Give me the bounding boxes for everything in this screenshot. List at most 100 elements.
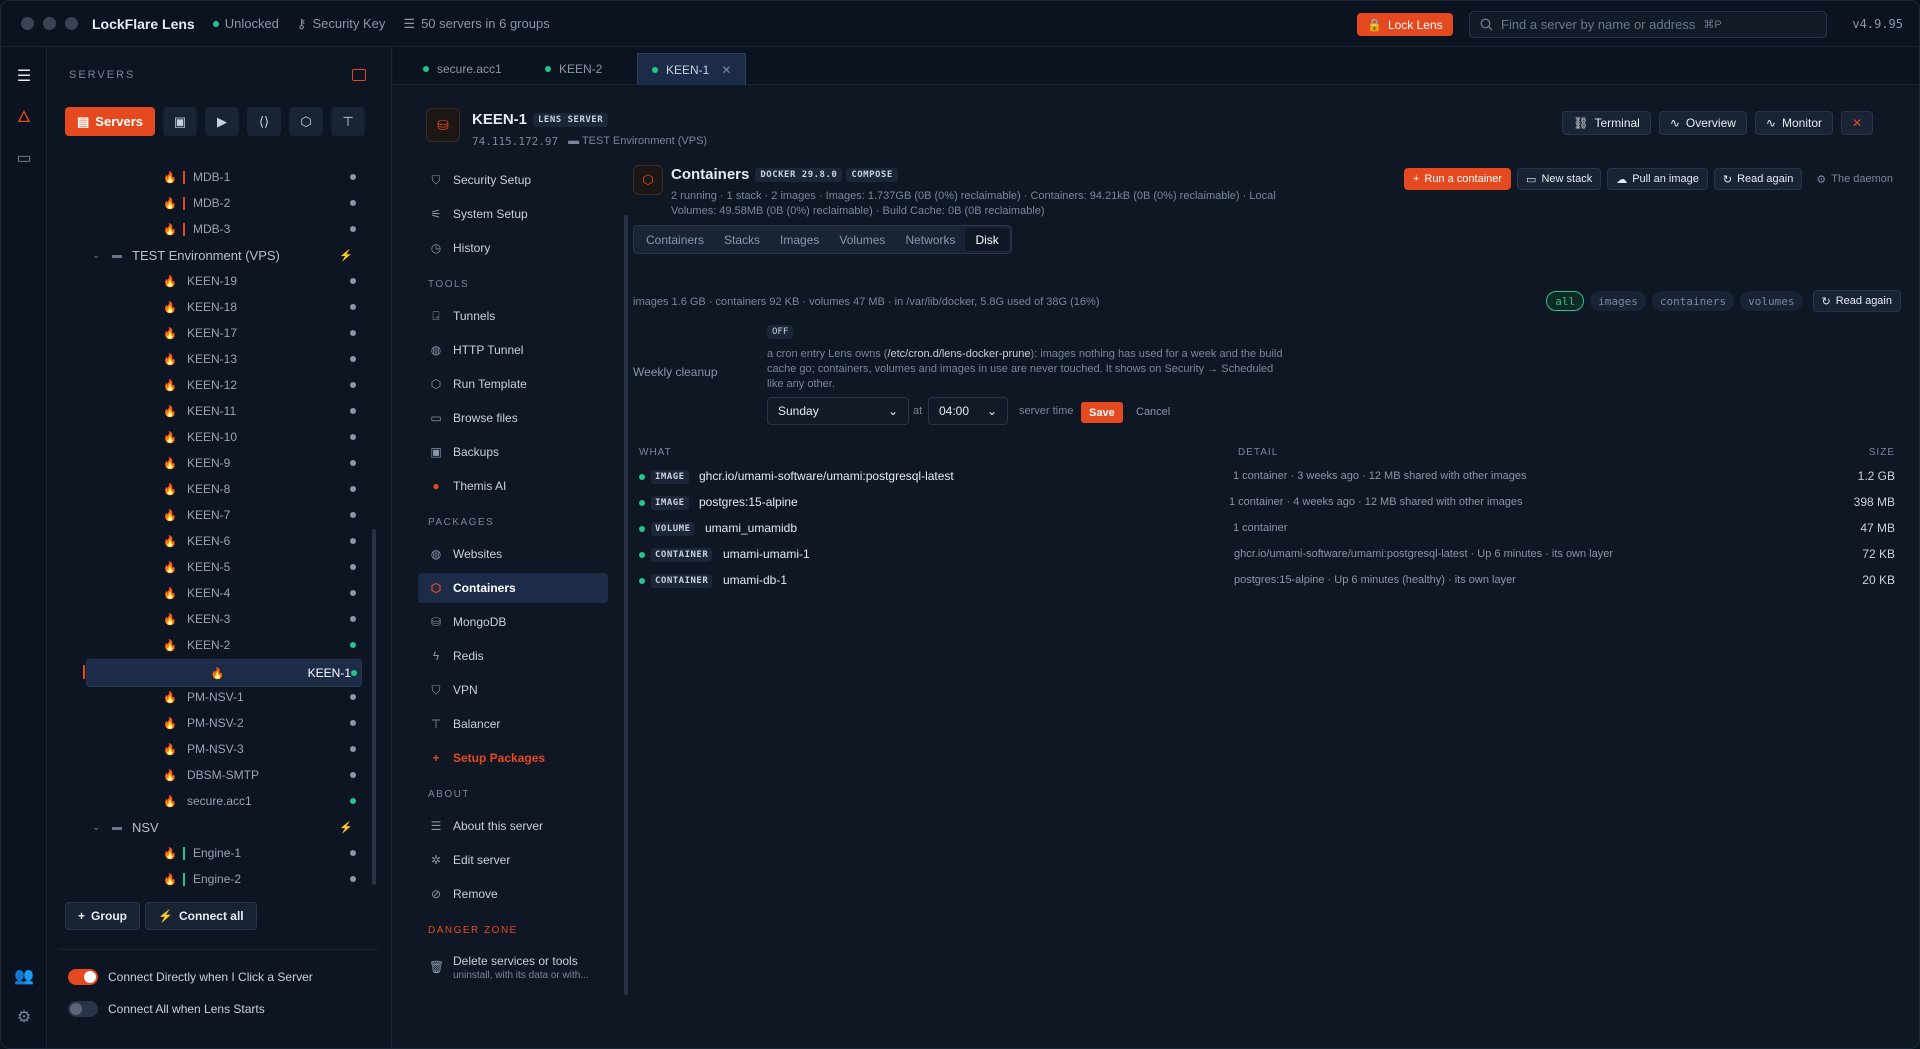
nav-item-balancer[interactable]: ⊤ Balancer — [418, 709, 608, 739]
server-item[interactable]: 🔥 KEEN-8 — [48, 477, 368, 501]
package-icon[interactable]: ⬡ — [289, 107, 324, 136]
server-group[interactable]: ⌄ ▬ NSV ⚡ — [48, 815, 368, 839]
run-container-button[interactable]: + Run a container — [1403, 168, 1512, 190]
folder-rail-icon[interactable]: ▭ — [14, 149, 34, 169]
flame-rail-icon[interactable]: 🜂 — [14, 108, 34, 128]
nav-item-setup-packages[interactable]: + Setup Packages — [418, 743, 608, 773]
play-icon[interactable]: ▶ — [205, 107, 240, 136]
nav-item-run-template[interactable]: ⬡ Run Template — [418, 369, 608, 399]
server-item[interactable]: 🔥 PM-NSV-3 — [48, 737, 368, 761]
filter-volumes[interactable]: volumes — [1740, 291, 1803, 311]
connect-on-start-toggle[interactable] — [68, 1001, 98, 1017]
save-button[interactable]: Save — [1081, 402, 1123, 423]
subtab-disk[interactable]: Disk — [965, 228, 1009, 251]
tab-secure-acc1[interactable]: secure.acc1 — [409, 53, 516, 85]
server-item[interactable]: 🔥 PM-NSV-2 — [48, 711, 368, 735]
server-item[interactable]: 🔥 MDB-3 — [48, 217, 368, 241]
daemon-button[interactable]: ⚙ The daemon — [1808, 168, 1901, 190]
sidebar-tab-servers[interactable]: ▤ Servers — [65, 107, 156, 136]
nav-scrollbar[interactable] — [624, 215, 628, 995]
filter-containers[interactable]: containers — [1651, 291, 1735, 311]
network-icon[interactable]: ⊤ — [331, 107, 366, 136]
server-search-input[interactable]: Find a server by name or address ⌘P — [1469, 11, 1827, 38]
close-tab-icon[interactable]: ✕ — [721, 63, 731, 77]
minimize-window-button[interactable] — [43, 17, 56, 30]
cleanup-time-select[interactable]: 04:00 ⌄ — [928, 397, 1008, 425]
servers-rail-icon[interactable]: ☰ — [14, 67, 34, 87]
nav-item-edit-server[interactable]: ✲ Edit server — [418, 845, 608, 875]
filter-all[interactable]: all — [1546, 291, 1585, 311]
code-icon[interactable]: ⟨⟩ — [247, 107, 282, 136]
server-item[interactable]: 🔥 KEEN-1 — [83, 659, 362, 687]
add-group-button[interactable]: + Group — [65, 902, 141, 930]
table-row[interactable]: IMAGE postgres:15-alpine 1 container · 4 w… — [633, 491, 1901, 517]
nav-item-vpn[interactable]: ⛉ VPN — [418, 675, 608, 705]
server-item[interactable]: 🔥 KEEN-10 — [48, 425, 368, 449]
server-item[interactable]: 🔥 KEEN-3 — [48, 607, 368, 631]
subtab-volumes[interactable]: Volumes — [829, 228, 895, 251]
tab-keen-2[interactable]: KEEN-2 — [531, 53, 616, 85]
server-item[interactable]: 🔥 KEEN-19 — [48, 269, 368, 293]
nav-item-containers[interactable]: ⬡ Containers — [418, 573, 608, 603]
table-row[interactable]: VOLUME umami_umamidb 1 container 47 MB — [633, 517, 1901, 543]
pull-image-button[interactable]: ☁ Pull an image — [1607, 168, 1708, 190]
table-row[interactable]: IMAGE ghcr.io/umami-software/umami:postgr… — [633, 465, 1901, 491]
connect-all-button[interactable]: ⚡ Connect all — [145, 902, 257, 930]
server-item[interactable]: 🔥 KEEN-4 — [48, 581, 368, 605]
server-item[interactable]: 🔥 KEEN-12 — [48, 373, 368, 397]
overview-button[interactable]: ∿ Overview — [1658, 111, 1747, 135]
server-item[interactable]: 🔥 KEEN-13 — [48, 347, 368, 371]
subtab-containers[interactable]: Containers — [636, 228, 714, 251]
server-item[interactable]: 🔥 KEEN-5 — [48, 555, 368, 579]
nav-item-tunnels[interactable]: ⍈ Tunnels — [418, 301, 608, 331]
settings-gear-icon[interactable]: ⚙ — [14, 1008, 34, 1028]
nav-item-about-this-server[interactable]: ☰ About this server — [418, 811, 608, 841]
subtab-images[interactable]: Images — [770, 228, 829, 251]
users-rail-icon[interactable]: 👥 — [14, 967, 34, 987]
server-item[interactable]: 🔥 Engine-1 — [48, 841, 368, 865]
lock-lens-button[interactable]: 🔒 Lock Lens — [1357, 13, 1453, 36]
table-row[interactable]: CONTAINER umami-umami-1 ghcr.io/umami-soft… — [633, 543, 1901, 569]
server-group[interactable]: ⌄ ▬ TEST Environment (VPS) ⚡ — [48, 243, 368, 267]
server-item[interactable]: 🔥 PM-NSV-1 — [48, 685, 368, 709]
filter-images[interactable]: images — [1590, 291, 1646, 311]
monitor-button[interactable]: ∿ Monitor — [1754, 111, 1833, 135]
server-item[interactable]: 🔥 Engine-2 — [48, 867, 368, 891]
terminal-button[interactable]: ⛓ Terminal — [1562, 111, 1651, 135]
collapse-sidebar-icon[interactable] — [352, 69, 366, 81]
nav-item-system-setup[interactable]: ⚟ System Setup — [418, 199, 608, 229]
terminal-icon[interactable]: ▣ — [163, 107, 198, 136]
nav-item-backups[interactable]: ▣ Backups — [418, 437, 608, 467]
nav-item-remove[interactable]: ⊘ Remove — [418, 879, 608, 909]
tab-keen-1[interactable]: KEEN-1 ✕ — [637, 53, 747, 85]
new-stack-button[interactable]: ▭ New stack — [1517, 168, 1602, 190]
server-item[interactable]: 🔥 DBSM-SMTP — [48, 763, 368, 787]
nav-item-history[interactable]: ◷ History — [418, 233, 608, 263]
subtab-networks[interactable]: Networks — [895, 228, 965, 251]
nav-item-browse-files[interactable]: ▭ Browse files — [418, 403, 608, 433]
close-window-button[interactable] — [21, 17, 34, 30]
nav-item-websites[interactable]: ◍ Websites — [418, 539, 608, 569]
server-item[interactable]: 🔥 KEEN-18 — [48, 295, 368, 319]
server-item[interactable]: 🔥 KEEN-7 — [48, 503, 368, 527]
nav-item-security-setup[interactable]: ⛉ Security Setup — [418, 165, 608, 195]
bolt-icon[interactable]: ⚡ — [339, 249, 353, 262]
cleanup-day-select[interactable]: Sunday ⌄ — [767, 397, 909, 425]
server-item[interactable]: 🔥 secure.acc1 — [48, 789, 368, 813]
server-item[interactable]: 🔥 KEEN-11 — [48, 399, 368, 423]
read-again-button[interactable]: ↻ Read again — [1713, 168, 1803, 190]
server-item[interactable]: 🔥 KEEN-2 — [48, 633, 368, 657]
server-item[interactable]: 🔥 MDB-1 — [48, 165, 368, 189]
server-item[interactable]: 🔥 MDB-2 — [48, 191, 368, 215]
bolt-icon[interactable]: ⚡ — [339, 821, 353, 834]
server-item[interactable]: 🔥 KEEN-9 — [48, 451, 368, 475]
connect-directly-toggle[interactable] — [68, 969, 98, 985]
nav-item-redis[interactable]: ϟ Redis — [418, 641, 608, 671]
server-item[interactable]: 🔥 KEEN-6 — [48, 529, 368, 553]
security-key[interactable]: ⚷ Security Key — [297, 16, 386, 32]
table-row[interactable]: CONTAINER umami-db-1 postgres:15-alpine · … — [633, 569, 1901, 595]
disk-read-again-button[interactable]: ↻ Read again — [1812, 290, 1901, 312]
nav-item-delete-services[interactable]: 🗑 Delete services or tools uninstall, with… — [418, 947, 608, 987]
close-server-button[interactable]: ✕ — [1841, 111, 1873, 135]
nav-item-mongodb[interactable]: ⛁ MongoDB — [418, 607, 608, 637]
